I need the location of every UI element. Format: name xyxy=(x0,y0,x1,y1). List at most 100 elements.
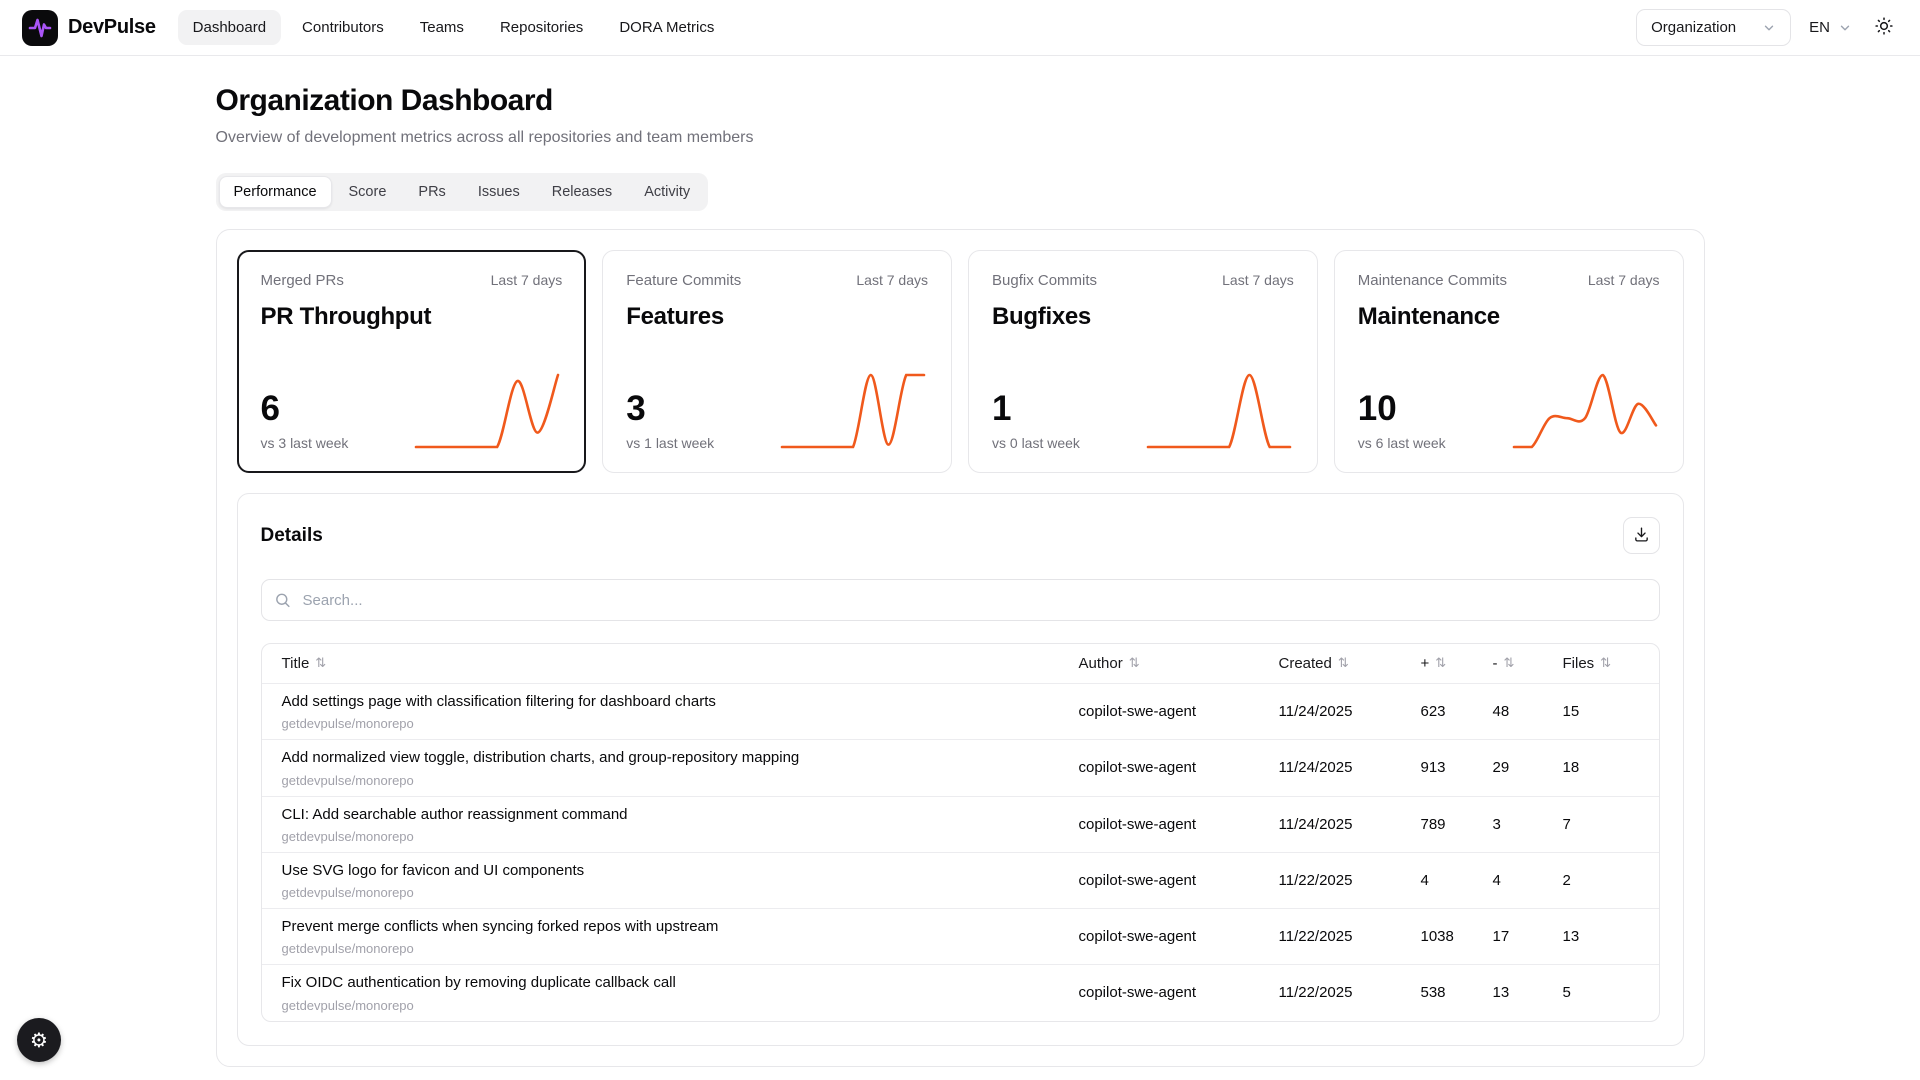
card-value: 6 xyxy=(261,391,349,426)
card-header: Maintenance Commits Last 7 days xyxy=(1358,272,1660,289)
pr-title: Fix OIDC authentication by removing dupl… xyxy=(282,973,1063,993)
tab-releases[interactable]: Releases xyxy=(537,176,627,208)
table-row[interactable]: Prevent merge conflicts when syncing for… xyxy=(262,908,1659,964)
dashboard-panel: Merged PRs Last 7 days PR Throughput 6 v… xyxy=(216,229,1705,1067)
pr-title-cell: Use SVG logo for favicon and UI componen… xyxy=(270,853,1071,908)
pr-additions: 789 xyxy=(1413,808,1485,841)
card-period: Last 7 days xyxy=(1222,272,1294,288)
stat-card-bugfixes[interactable]: Bugfix Commits Last 7 days Bugfixes 1 vs… xyxy=(968,250,1318,473)
pr-files: 7 xyxy=(1555,808,1651,841)
sparkline-chart xyxy=(1144,371,1294,451)
column-header-deletions[interactable]: - ⇅ xyxy=(1485,644,1555,683)
card-title: Maintenance xyxy=(1358,303,1660,331)
tab-issues[interactable]: Issues xyxy=(463,176,535,208)
nav-item-dora-metrics[interactable]: DORA Metrics xyxy=(604,10,729,45)
nav-item-teams[interactable]: Teams xyxy=(405,10,479,45)
pr-table: Title ⇅ Author ⇅ Created ⇅ + xyxy=(261,643,1660,1022)
organization-select[interactable]: Organization xyxy=(1636,9,1791,46)
sort-icon: ⇅ xyxy=(1504,657,1515,670)
sun-icon xyxy=(1874,16,1894,39)
column-header-author[interactable]: Author ⇅ xyxy=(1071,644,1271,683)
nav-item-dashboard[interactable]: Dashboard xyxy=(178,10,281,45)
pr-author: copilot-swe-agent xyxy=(1071,751,1271,784)
card-value: 1 xyxy=(992,391,1080,426)
stat-card-features[interactable]: Feature Commits Last 7 days Features 3 v… xyxy=(602,250,952,473)
card-title: Bugfixes xyxy=(992,303,1294,331)
column-header-files[interactable]: Files ⇅ xyxy=(1555,644,1651,683)
tab-performance[interactable]: Performance xyxy=(219,176,332,208)
card-period: Last 7 days xyxy=(1588,272,1660,288)
pr-created: 11/22/2025 xyxy=(1271,920,1413,953)
tab-score[interactable]: Score xyxy=(334,176,402,208)
table-row[interactable]: Fix OIDC authentication by removing dupl… xyxy=(262,964,1659,1020)
settings-fab[interactable]: ⚙ xyxy=(17,1018,61,1062)
table-row[interactable]: Add settings page with classification fi… xyxy=(262,683,1659,739)
pr-repo: getdevpulse/monorepo xyxy=(282,716,1063,731)
pr-repo: getdevpulse/monorepo xyxy=(282,829,1063,844)
stat-card-maintenance[interactable]: Maintenance Commits Last 7 days Maintena… xyxy=(1334,250,1684,473)
table-row[interactable]: Use SVG logo for favicon and UI componen… xyxy=(262,852,1659,908)
pr-additions: 1038 xyxy=(1413,920,1485,953)
card-eyebrow: Merged PRs xyxy=(261,272,344,289)
table-header-row: Title ⇅ Author ⇅ Created ⇅ + xyxy=(262,644,1659,683)
download-icon xyxy=(1633,526,1650,546)
card-comparison: vs 6 last week xyxy=(1358,435,1446,451)
pr-additions: 913 xyxy=(1413,751,1485,784)
details-section: Details xyxy=(237,493,1684,1046)
stat-card-pr-throughput[interactable]: Merged PRs Last 7 days PR Throughput 6 v… xyxy=(237,250,587,473)
card-period: Last 7 days xyxy=(856,272,928,288)
card-body: 6 vs 3 last week xyxy=(261,371,563,451)
table-row[interactable]: Add normalized view toggle, distribution… xyxy=(262,739,1659,795)
column-header-title[interactable]: Title ⇅ xyxy=(270,644,1071,683)
tab-activity[interactable]: Activity xyxy=(629,176,705,208)
pr-repo: getdevpulse/monorepo xyxy=(282,998,1063,1013)
table-row[interactable]: CLI: Add searchable author reassignment … xyxy=(262,796,1659,852)
card-value: 3 xyxy=(626,391,714,426)
tab-prs[interactable]: PRs xyxy=(403,176,460,208)
pr-title: Add settings page with classification fi… xyxy=(282,692,1063,712)
card-header: Merged PRs Last 7 days xyxy=(261,272,563,289)
pr-author: copilot-swe-agent xyxy=(1071,695,1271,728)
details-title: Details xyxy=(261,525,323,547)
details-header: Details xyxy=(261,517,1660,554)
nav-item-contributors[interactable]: Contributors xyxy=(287,10,399,45)
gear-icon: ⚙ xyxy=(30,1030,48,1050)
pr-title: Use SVG logo for favicon and UI componen… xyxy=(282,861,1063,881)
download-button[interactable] xyxy=(1623,517,1660,554)
column-header-additions[interactable]: + ⇅ xyxy=(1413,644,1485,683)
search-icon xyxy=(274,592,291,609)
sparkline-chart xyxy=(412,371,562,451)
card-value: 10 xyxy=(1358,391,1446,426)
card-eyebrow: Bugfix Commits xyxy=(992,272,1097,289)
pr-deletions: 3 xyxy=(1485,808,1555,841)
search-box xyxy=(261,579,1660,621)
pr-repo: getdevpulse/monorepo xyxy=(282,941,1063,956)
main-nav: Dashboard Contributors Teams Repositorie… xyxy=(178,10,730,45)
card-header: Feature Commits Last 7 days xyxy=(626,272,928,289)
chevron-down-icon xyxy=(1838,21,1852,35)
card-eyebrow: Feature Commits xyxy=(626,272,741,289)
card-metric: 1 vs 0 last week xyxy=(992,391,1080,451)
pr-created: 11/24/2025 xyxy=(1271,695,1413,728)
theme-toggle-button[interactable] xyxy=(1870,12,1898,43)
pr-deletions: 48 xyxy=(1485,695,1555,728)
organization-select-value: Organization xyxy=(1651,19,1736,36)
search-input[interactable] xyxy=(261,579,1660,621)
pr-title: CLI: Add searchable author reassignment … xyxy=(282,805,1063,825)
pr-additions: 4 xyxy=(1413,864,1485,897)
pr-files: 18 xyxy=(1555,751,1651,784)
pr-created: 11/24/2025 xyxy=(1271,808,1413,841)
nav-item-repositories[interactable]: Repositories xyxy=(485,10,598,45)
column-header-created[interactable]: Created ⇅ xyxy=(1271,644,1413,683)
card-metric: 3 vs 1 last week xyxy=(626,391,714,451)
chevron-down-icon xyxy=(1762,21,1776,35)
language-select[interactable]: EN xyxy=(1809,19,1852,36)
pr-created: 11/22/2025 xyxy=(1271,976,1413,1009)
sparkline-chart xyxy=(1510,371,1660,451)
pr-title: Prevent merge conflicts when syncing for… xyxy=(282,917,1063,937)
pr-repo: getdevpulse/monorepo xyxy=(282,885,1063,900)
brand[interactable]: DevPulse xyxy=(22,10,156,46)
pr-files: 5 xyxy=(1555,976,1651,1009)
pr-repo: getdevpulse/monorepo xyxy=(282,773,1063,788)
pr-author: copilot-swe-agent xyxy=(1071,864,1271,897)
